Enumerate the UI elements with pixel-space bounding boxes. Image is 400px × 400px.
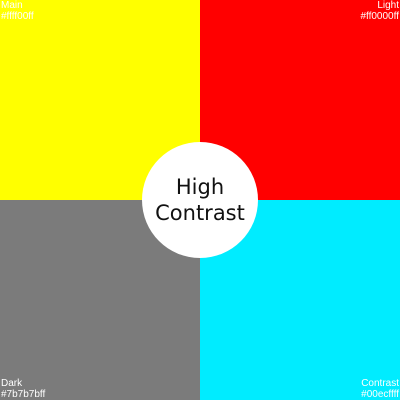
swatch-dark-code: #7b7b7bff <box>1 389 46 400</box>
swatch-light-label: Light #ff0000ff <box>360 0 399 22</box>
swatch-dark-label: Dark #7b7b7bff <box>1 378 45 400</box>
swatch-main-code: #ffff00ff <box>1 11 34 22</box>
center-title-line2: Contrast <box>155 201 245 225</box>
swatch-contrast-code: #00ecffff <box>361 389 399 400</box>
swatch-light-name: Light <box>377 0 399 11</box>
swatch-dark-name: Dark <box>1 378 23 389</box>
center-title-line1: High <box>175 175 225 199</box>
swatch-main-name: Main <box>1 0 23 11</box>
center-title: High Contrast <box>155 174 245 226</box>
color-palette-canvas: Main #ffff00ff Light #ff0000ff Dark #7b7… <box>0 0 400 400</box>
swatch-light-code: #ff0000ff <box>360 11 399 22</box>
swatch-main-label: Main #ffff00ff <box>1 0 34 22</box>
center-badge: High Contrast <box>142 142 258 258</box>
swatch-contrast-name: Contrast <box>361 378 399 389</box>
swatch-contrast-label: Contrast #00ecffff <box>361 378 399 400</box>
